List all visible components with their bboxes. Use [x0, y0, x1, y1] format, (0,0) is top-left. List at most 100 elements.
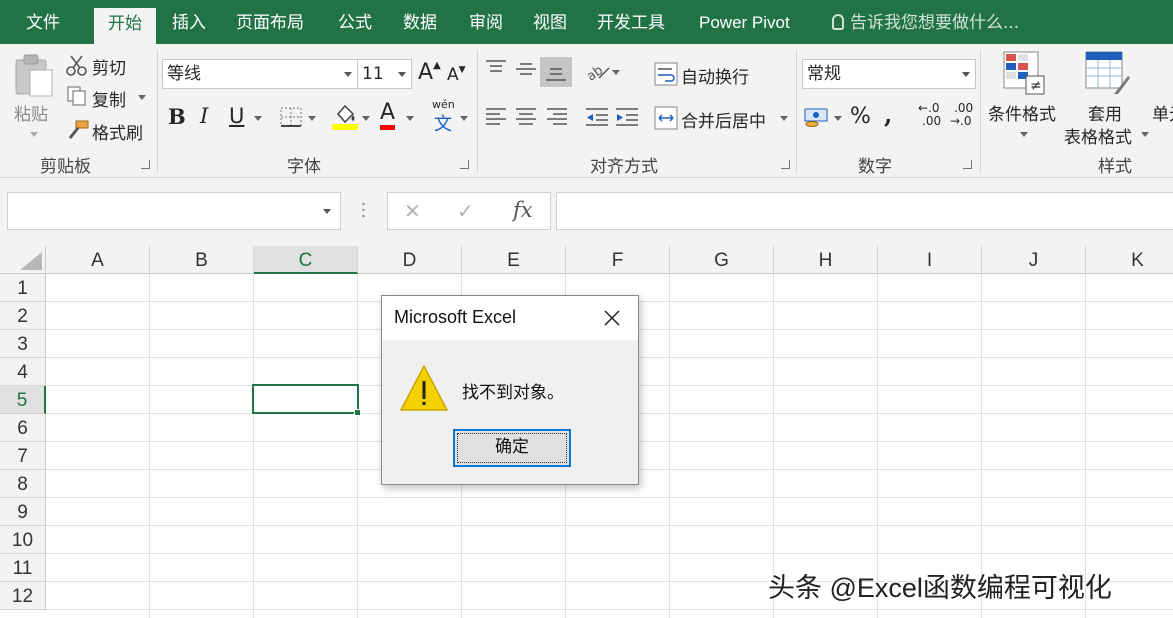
row-header[interactable]: 12 — [0, 582, 46, 610]
enter-icon[interactable]: ✓ — [457, 199, 474, 223]
cancel-icon[interactable]: ✕ — [404, 199, 421, 223]
row-header[interactable]: 4 — [0, 358, 46, 386]
fill-handle[interactable] — [354, 409, 361, 416]
underline-dropdown-icon[interactable] — [254, 116, 262, 121]
tab-insert[interactable]: 插入 — [172, 0, 206, 44]
row-header-selected[interactable]: 5 — [0, 386, 46, 414]
copy-icon[interactable] — [66, 85, 88, 107]
fill-color-dropdown-icon[interactable] — [362, 116, 370, 121]
border-icon[interactable] — [279, 106, 303, 128]
tab-formulas[interactable]: 公式 — [338, 0, 372, 44]
column-header[interactable]: B — [150, 246, 254, 274]
align-top-icon[interactable] — [484, 58, 508, 80]
paste-icon[interactable] — [13, 52, 55, 98]
decrease-decimal-button[interactable]: .00 →.0 — [950, 102, 973, 128]
align-left-icon[interactable] — [484, 106, 508, 128]
row-header[interactable]: 10 — [0, 526, 46, 554]
tab-view[interactable]: 视图 — [533, 0, 567, 44]
copy-dropdown-icon[interactable] — [138, 95, 146, 100]
number-format-select[interactable]: 常规 — [802, 59, 976, 89]
select-all-corner[interactable] — [0, 246, 46, 274]
close-icon[interactable] — [602, 308, 622, 328]
tab-home[interactable]: 开始 — [94, 8, 156, 44]
column-header[interactable]: H — [774, 246, 878, 274]
drag-handle-icon[interactable] — [362, 200, 365, 220]
tab-review[interactable]: 审阅 — [469, 0, 503, 44]
row-header[interactable]: 8 — [0, 470, 46, 498]
tab-data[interactable]: 数据 — [403, 0, 437, 44]
bold-button[interactable]: B — [168, 104, 186, 129]
row-header[interactable]: 9 — [0, 498, 46, 526]
format-as-table-icon[interactable] — [1084, 50, 1130, 96]
increase-decimal-button[interactable]: ←.0 .00 — [918, 102, 941, 128]
phonetic-guide-icon[interactable]: 文 — [434, 110, 452, 136]
underline-button[interactable]: U — [229, 104, 244, 128]
font-color-button[interactable]: A — [380, 101, 396, 130]
percent-button[interactable]: % — [850, 104, 871, 129]
conditional-formatting-button[interactable]: 条件格式 — [988, 100, 1056, 125]
decrease-indent-icon[interactable] — [584, 106, 610, 128]
row-header[interactable]: 6 — [0, 414, 46, 442]
align-bottom-button[interactable] — [540, 57, 572, 87]
insert-function-icon[interactable]: fx — [513, 198, 533, 222]
orientation-icon[interactable]: ab — [585, 60, 611, 82]
column-header[interactable]: G — [670, 246, 774, 274]
italic-button[interactable]: I — [200, 104, 208, 128]
grow-font-button[interactable]: A▲ — [418, 60, 441, 85]
paste-dropdown-icon[interactable] — [30, 132, 38, 137]
column-header[interactable]: K — [1086, 246, 1173, 274]
ok-button[interactable]: 确定 — [453, 429, 571, 467]
copy-button[interactable]: 复制 — [92, 86, 126, 111]
formula-input[interactable] — [556, 192, 1173, 230]
font-name-select[interactable]: 等线 — [162, 59, 358, 89]
clipboard-launcher-icon[interactable] — [141, 160, 150, 169]
phonetic-dropdown-icon[interactable] — [460, 116, 468, 121]
align-right-icon[interactable] — [545, 106, 569, 128]
fill-color-icon[interactable] — [332, 102, 358, 130]
column-header[interactable]: A — [46, 246, 150, 274]
font-color-dropdown-icon[interactable] — [406, 116, 414, 121]
font-size-select[interactable]: 11 — [358, 59, 412, 89]
align-center-icon[interactable] — [514, 106, 538, 128]
conditional-formatting-dropdown-icon[interactable] — [1020, 132, 1028, 137]
format-as-table-line2[interactable]: 表格格式 — [1064, 123, 1132, 148]
row-header[interactable]: 3 — [0, 330, 46, 358]
row-header[interactable]: 7 — [0, 442, 46, 470]
number-launcher-icon[interactable] — [963, 160, 972, 169]
column-header[interactable]: E — [462, 246, 566, 274]
row-header[interactable]: 1 — [0, 274, 46, 302]
row-header[interactable]: 2 — [0, 302, 46, 330]
wrap-text-button[interactable]: 自动换行 — [681, 63, 749, 88]
paste-button[interactable]: 粘贴 — [14, 100, 48, 125]
currency-icon[interactable] — [804, 106, 832, 128]
cell-styles-button[interactable]: 单元 — [1152, 100, 1173, 125]
tab-page-layout[interactable]: 页面布局 — [236, 0, 304, 44]
scissors-icon[interactable] — [66, 54, 88, 76]
cut-button[interactable]: 剪切 — [92, 54, 126, 79]
column-header[interactable]: I — [878, 246, 982, 274]
column-header[interactable]: F — [566, 246, 670, 274]
dialog-title-bar[interactable]: Microsoft Excel — [382, 296, 638, 340]
tab-file[interactable]: 文件 — [26, 0, 60, 44]
border-dropdown-icon[interactable] — [308, 116, 316, 121]
tell-me-search[interactable]: 告诉我您想要做什么... — [832, 0, 1019, 44]
chevron-down-icon[interactable] — [323, 209, 331, 214]
name-box[interactable] — [7, 192, 341, 230]
tab-developer[interactable]: 开发工具 — [597, 0, 665, 44]
format-painter-icon[interactable] — [66, 119, 90, 141]
wrap-text-icon[interactable] — [654, 62, 678, 86]
tab-power-pivot[interactable]: Power Pivot — [699, 0, 790, 44]
row-header[interactable]: 11 — [0, 554, 46, 582]
column-header[interactable]: J — [982, 246, 1086, 274]
format-as-table-line1[interactable]: 套用 — [1088, 100, 1122, 125]
merge-center-button[interactable]: 合并后居中 — [681, 107, 766, 132]
currency-dropdown-icon[interactable] — [834, 116, 842, 121]
merge-center-icon[interactable] — [654, 106, 678, 130]
comma-button[interactable]: , — [884, 100, 892, 129]
conditional-formatting-icon[interactable]: ≠ — [1002, 50, 1046, 96]
increase-indent-icon[interactable] — [614, 106, 640, 128]
alignment-launcher-icon[interactable] — [781, 160, 790, 169]
font-launcher-icon[interactable] — [460, 160, 469, 169]
orientation-dropdown-icon[interactable] — [612, 70, 620, 75]
format-as-table-dropdown-icon[interactable] — [1141, 132, 1149, 137]
